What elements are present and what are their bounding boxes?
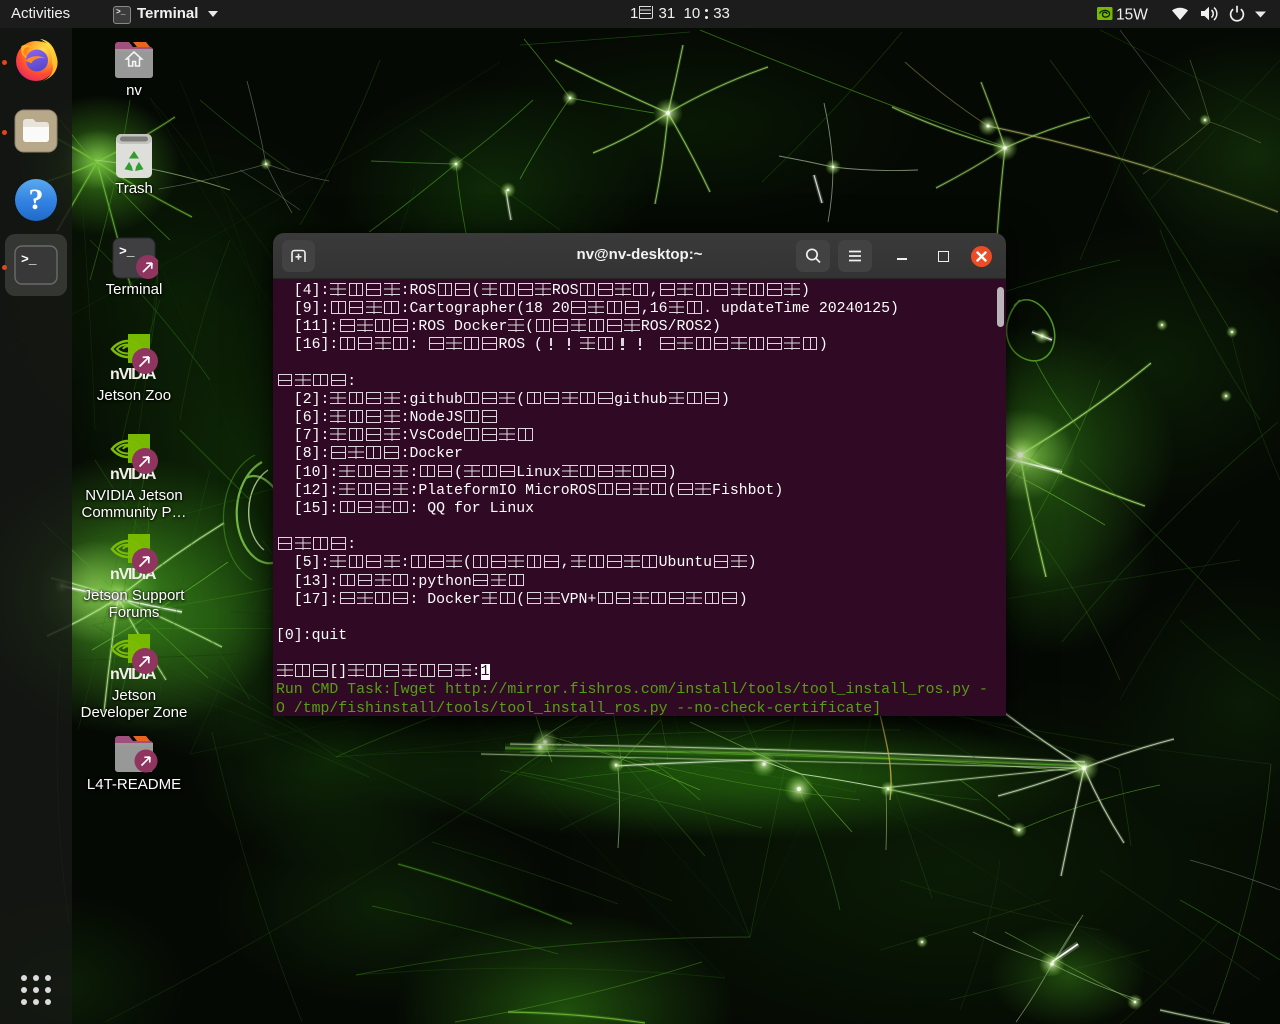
svg-text:15W: 15W [1116,7,1148,24]
svg-text:>_: >_ [119,244,135,259]
svg-text:?: ? [29,183,44,216]
svg-text:>_: >_ [21,252,37,267]
